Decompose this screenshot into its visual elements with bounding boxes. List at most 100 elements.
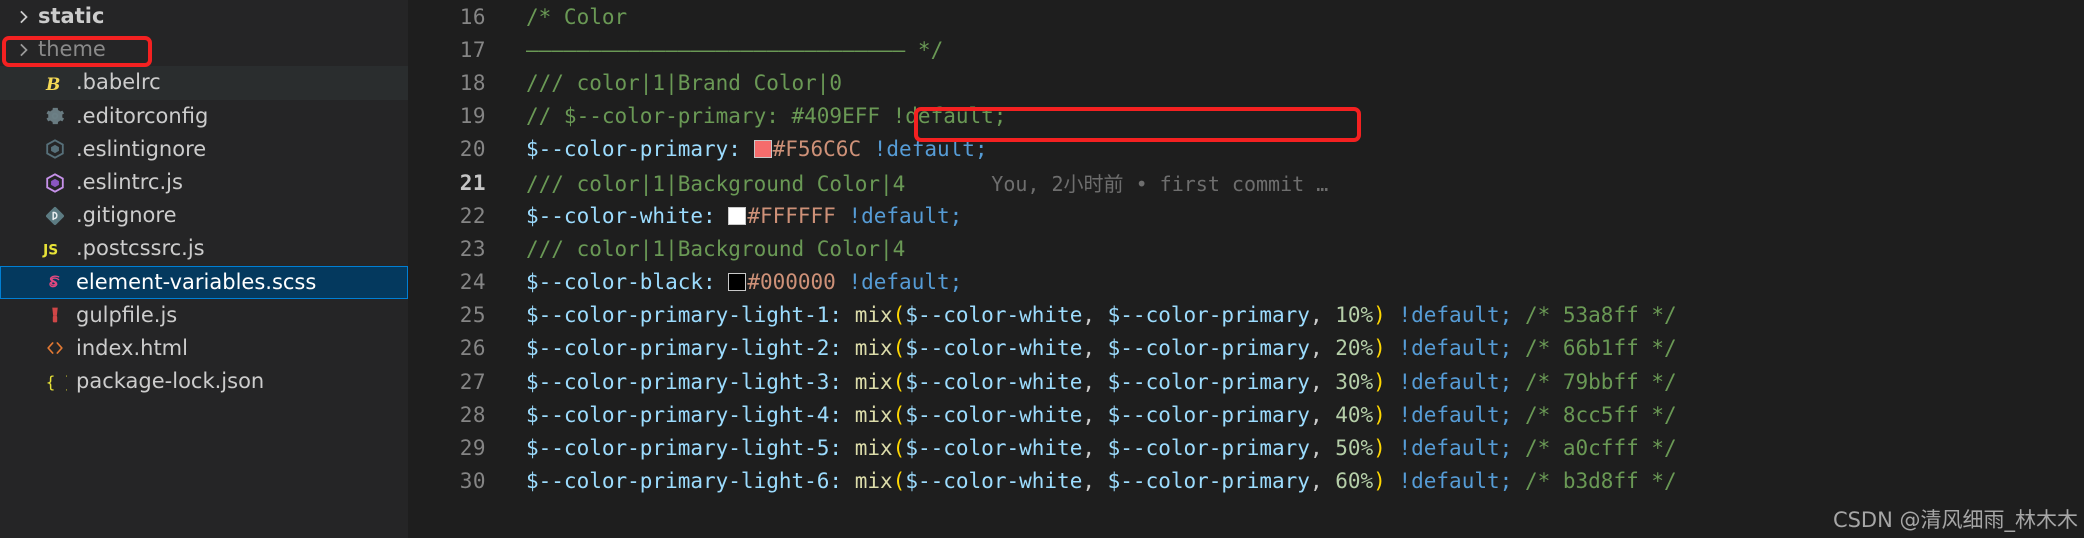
code-token-arg1: $--color-white [905, 436, 1083, 461]
code-line[interactable]: 19 // $--color-primary: #409EFF !default… [408, 100, 2084, 133]
line-number: 25 [459, 303, 486, 328]
tree-item-label: element-variables.scss [76, 269, 317, 294]
code-token-default: !default [1398, 436, 1500, 461]
code-token-default: !default [848, 270, 950, 295]
svg-text:{ }: { } [46, 373, 67, 391]
tree-item-label: .eslintrc.js [76, 170, 183, 195]
code-token-comment: /* 66b1ff */ [1524, 336, 1677, 361]
line-number: 16 [459, 4, 486, 29]
code-token-arg2: $--color-primary [1107, 469, 1310, 494]
tree-item-gulpfile-js[interactable]: gulpfile.js [0, 299, 408, 332]
line-number: 26 [459, 336, 486, 361]
code-token-variable: $--color-primary-light-5: [526, 436, 843, 461]
tree-item-editorconfig[interactable]: .editorconfig [0, 100, 408, 133]
code-token-comment: // $--color-primary: #409EFF !default; [526, 104, 1007, 129]
color-swatch-primary[interactable] [753, 140, 772, 159]
tree-item-static[interactable]: static [0, 0, 408, 33]
code-token-comment: /* a0cfff */ [1524, 436, 1677, 461]
explorer-sidebar: static theme B .babelrc .editorconfig .e… [0, 0, 408, 538]
code-token-percent: 20% [1335, 336, 1374, 361]
code-token-arg1: $--color-white [905, 336, 1083, 361]
code-token-function: mix [854, 336, 893, 361]
code-token-variable: $--color-primary-light-4: [526, 402, 843, 427]
code-token-percent: 30% [1335, 369, 1374, 394]
line-number: 27 [459, 369, 486, 394]
tree-item-label: .gitignore [76, 203, 177, 228]
html-icon [38, 337, 72, 359]
code-lines: 16 /* Color 17 –––––––––––––––––––––––––… [408, 0, 2084, 498]
code-token-comment: /* 8cc5ff */ [1524, 402, 1677, 427]
svg-text:B: B [45, 75, 60, 95]
code-token-semicolon: ; [974, 137, 988, 162]
code-token-arg1: $--color-white [905, 369, 1083, 394]
code-token-arg2: $--color-primary [1107, 336, 1310, 361]
code-line[interactable]: 26 $--color-primary-light-2: mix($--colo… [408, 332, 2084, 365]
tree-item-gitignore[interactable]: .gitignore [0, 199, 408, 232]
code-token-comment: /* 79bbff */ [1524, 369, 1677, 394]
code-token-comment: /// color|1|Brand Color|0 [526, 70, 843, 95]
line-number: 29 [459, 436, 486, 461]
tree-item-label: .postcssrc.js [76, 236, 205, 261]
tree-item-label: .babelrc [76, 70, 161, 95]
tree-item-eslintrc-js[interactable]: .eslintrc.js [0, 166, 408, 199]
code-token-function: mix [854, 402, 893, 427]
chevron-right-icon[interactable] [10, 7, 38, 27]
gulp-icon [38, 304, 72, 326]
code-token-arg2: $--color-primary [1107, 402, 1310, 427]
gear-icon [38, 105, 72, 127]
vscode-window: static theme B .babelrc .editorconfig .e… [0, 0, 2084, 538]
code-token-arg2: $--color-primary [1107, 369, 1310, 394]
code-line[interactable]: 25 $--color-primary-light-1: mix($--colo… [408, 299, 2084, 332]
sass-icon [38, 271, 72, 293]
code-token-arg2: $--color-primary [1107, 303, 1310, 328]
code-line[interactable]: 29 $--color-primary-light-5: mix($--colo… [408, 431, 2084, 464]
code-line[interactable]: 22 $--color-white: #FFFFFF !default; [408, 199, 2084, 232]
code-token-percent: 50% [1335, 436, 1374, 461]
tree-item-index-html[interactable]: index.html [0, 332, 408, 365]
code-line[interactable]: 20 $--color-primary: #F56C6C !default; [408, 133, 2084, 166]
tree-item-babelrc[interactable]: B .babelrc [0, 66, 408, 100]
tree-item-package-lock-json[interactable]: { } package-lock.json [0, 365, 408, 398]
tree-item-label: .editorconfig [76, 103, 209, 128]
line-number: 20 [459, 137, 486, 162]
code-line[interactable]: 24 $--color-black: #000000 !default; [408, 266, 2084, 299]
chevron-right-icon[interactable] [10, 40, 38, 60]
code-token-variable: $--color-white: [526, 203, 716, 228]
tree-item-eslintignore[interactable]: .eslintignore [0, 133, 408, 166]
code-line[interactable]: 23 /// color|1|Background Color|4 [408, 232, 2084, 265]
code-token-default: !default [1398, 469, 1500, 494]
code-token-variable: $--color-primary-light-3: [526, 369, 843, 394]
code-token-semicolon: ; [949, 270, 963, 295]
code-token-hex: #000000 [747, 270, 836, 295]
code-line[interactable]: 17 –––––––––––––––––––––––––––––– */ [408, 33, 2084, 66]
code-token-percent: 40% [1335, 402, 1374, 427]
code-line[interactable]: 21 /// color|1|Background Color|4 You, 2小… [408, 166, 2084, 199]
tree-item-theme[interactable]: theme [0, 33, 408, 66]
code-line[interactable]: 16 /* Color [408, 0, 2084, 33]
code-line[interactable]: 30 $--color-primary-light-6: mix($--colo… [408, 465, 2084, 498]
line-number: 22 [459, 203, 486, 228]
tree-item-element-variables-scss[interactable]: element-variables.scss [0, 265, 408, 299]
svg-text:JS: JS [42, 242, 58, 258]
code-token-function: mix [854, 436, 893, 461]
code-token-semicolon: ; [949, 203, 963, 228]
code-line[interactable]: 27 $--color-primary-light-3: mix($--colo… [408, 365, 2084, 398]
color-swatch-black[interactable] [728, 273, 747, 292]
json-icon: { } [38, 371, 72, 393]
code-line[interactable]: 18 /// color|1|Brand Color|0 [408, 66, 2084, 99]
tree-item-postcssrc-js[interactable]: JS .postcssrc.js [0, 232, 408, 265]
code-token-default: !default [1398, 369, 1500, 394]
code-token-function: mix [854, 303, 893, 328]
tree-item-label: theme [38, 37, 106, 62]
line-number: 24 [459, 270, 486, 295]
line-number: 30 [459, 469, 486, 494]
line-number: 18 [459, 70, 486, 95]
tree-item-label: package-lock.json [76, 369, 265, 394]
eslint-purple-icon [38, 172, 72, 194]
color-swatch-white[interactable] [728, 206, 747, 225]
code-token-default: !default [1398, 303, 1500, 328]
code-editor[interactable]: 16 /* Color 17 –––––––––––––––––––––––––… [408, 0, 2084, 538]
code-line[interactable]: 28 $--color-primary-light-4: mix($--colo… [408, 398, 2084, 431]
code-token-variable: $--color-primary-light-2: [526, 336, 843, 361]
code-token-default: !default [1398, 336, 1500, 361]
